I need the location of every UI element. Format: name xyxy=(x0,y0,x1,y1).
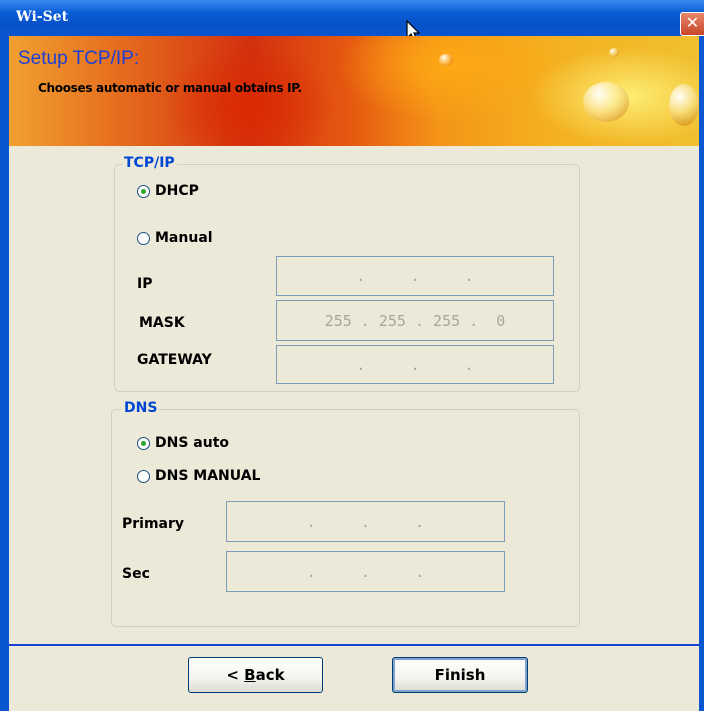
dns-auto-radio-label: DNS auto xyxy=(155,435,230,451)
primary-dns-field[interactable]: . . . xyxy=(226,501,505,542)
water-drop-decoration xyxy=(583,82,629,122)
back-button-prefix: < xyxy=(226,666,245,684)
subnet-mask-field[interactable]: 255 . 255 . 255 . 0 xyxy=(276,300,554,341)
dns-manual-radio[interactable]: DNS MANUAL xyxy=(137,468,260,484)
primary-dns-label: Primary xyxy=(122,516,185,532)
window-frame-right xyxy=(699,36,704,711)
radio-selected-icon xyxy=(137,184,150,198)
page-title: Setup TCP/IP: xyxy=(18,48,140,69)
finish-button-label: Finish xyxy=(434,666,486,684)
water-drop-decoration xyxy=(609,48,619,57)
close-icon: ✕ xyxy=(685,13,700,32)
footer-separator xyxy=(9,644,699,646)
gateway-label: GATEWAY xyxy=(137,352,212,368)
secondary-dns-label: Sec xyxy=(122,566,150,582)
ip-address-field[interactable]: . . . xyxy=(276,256,554,296)
dhcp-radio-label: DHCP xyxy=(155,183,199,199)
back-button-label: ack xyxy=(255,666,285,684)
window-frame-left xyxy=(0,36,9,711)
radio-selected-icon xyxy=(137,436,150,450)
back-button[interactable]: < Back xyxy=(188,657,323,693)
manual-radio-label: Manual xyxy=(155,230,213,246)
water-drop-decoration xyxy=(669,84,699,126)
water-drop-decoration xyxy=(439,54,453,66)
mask-label: MASK xyxy=(139,315,185,331)
tcpip-group-label: TCP/IP xyxy=(122,155,177,171)
ip-label: IP xyxy=(137,276,153,292)
back-button-mnemonic: B xyxy=(244,666,256,684)
window-title: Wi-Set xyxy=(16,9,69,25)
secondary-dns-field[interactable]: . . . xyxy=(226,551,505,592)
title-bar: Wi-Set ✕ xyxy=(0,0,704,36)
radio-unselected-icon xyxy=(137,469,150,483)
gateway-field[interactable]: . . . xyxy=(276,345,554,384)
header-banner: Setup TCP/IP: Chooses automatic or manua… xyxy=(9,36,699,146)
manual-radio[interactable]: Manual xyxy=(137,230,213,246)
radio-unselected-icon xyxy=(137,231,150,245)
dns-auto-radio[interactable]: DNS auto xyxy=(137,435,229,451)
dhcp-radio[interactable]: DHCP xyxy=(137,183,199,199)
dns-manual-radio-label: DNS MANUAL xyxy=(155,468,261,484)
finish-button[interactable]: Finish xyxy=(392,657,528,693)
page-subtitle: Chooses automatic or manual obtains IP. xyxy=(38,81,302,95)
close-button[interactable]: ✕ xyxy=(680,12,704,36)
dns-group-label: DNS xyxy=(122,400,160,416)
